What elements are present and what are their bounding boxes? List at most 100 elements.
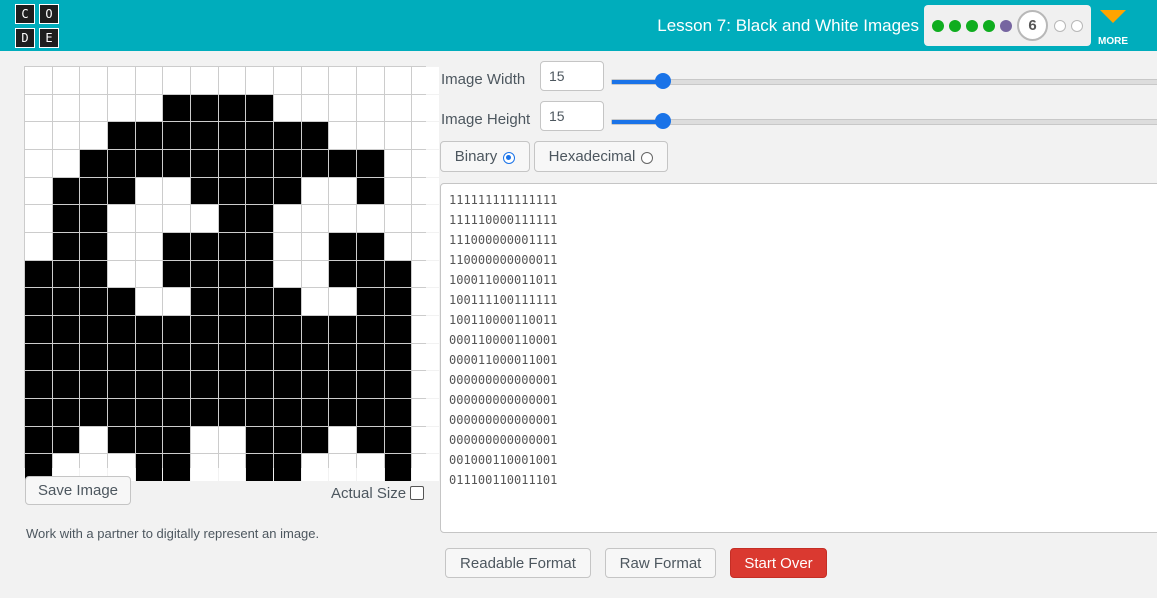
level-dot-8[interactable] [1071,20,1083,32]
pixel-cell[interactable] [273,149,301,177]
pixel-cell[interactable] [246,371,273,398]
pixel-cell[interactable] [356,288,384,315]
pixel-cell[interactable] [107,315,135,343]
pixel-cell[interactable] [273,67,301,94]
pixel-cell[interactable] [218,232,246,260]
pixel-cell[interactable] [163,122,190,149]
pixel-cell[interactable] [190,343,218,371]
pixel-cell[interactable] [190,454,218,481]
pixel-cell[interactable] [135,122,163,149]
pixel-cell[interactable] [329,149,356,177]
pixel-cell[interactable] [163,426,190,454]
pixel-cell[interactable] [135,288,163,315]
hexadecimal-radio[interactable] [641,151,654,164]
pixel-cell[interactable] [107,426,135,454]
pixel-cell[interactable] [163,94,190,122]
pixel-cell[interactable] [273,315,301,343]
pixel-cell[interactable] [107,371,135,398]
pixel-cell[interactable] [80,149,107,177]
pixel-cell[interactable] [190,426,218,454]
pixel-cell[interactable] [25,426,52,454]
pixel-cell[interactable] [246,315,273,343]
pixel-cell[interactable] [273,288,301,315]
pixel-cell[interactable] [190,315,218,343]
pixel-cell[interactable] [246,122,273,149]
pixel-cell[interactable] [218,398,246,426]
binary-option[interactable]: Binary [440,141,530,172]
pixel-cell[interactable] [135,232,163,260]
pixel-cell[interactable] [52,288,80,315]
lesson-title[interactable]: Lesson 7: Black and White Images [657,16,919,36]
pixel-cell[interactable] [412,343,439,371]
pixel-cell[interactable] [329,94,356,122]
pixel-cell[interactable] [190,94,218,122]
pixel-cell[interactable] [273,205,301,232]
pixel-cell[interactable] [384,149,412,177]
pixel-cell[interactable] [135,315,163,343]
pixel-grid[interactable] [24,66,439,481]
pixel-cell[interactable] [384,343,412,371]
pixel-cell[interactable] [25,149,52,177]
slider-thumb[interactable] [655,113,671,129]
pixel-cell[interactable] [135,426,163,454]
pixel-cell[interactable] [301,260,329,288]
pixel-cell[interactable] [329,315,356,343]
pixel-cell[interactable] [273,371,301,398]
pixel-cell[interactable] [25,67,52,94]
pixel-cell[interactable] [412,149,439,177]
pixel-cell[interactable] [80,371,107,398]
pixel-cell[interactable] [356,426,384,454]
pixel-cell[interactable] [107,122,135,149]
pixel-cell[interactable] [329,205,356,232]
pixel-cell[interactable] [356,232,384,260]
pixel-cell[interactable] [329,260,356,288]
pixel-cell[interactable] [163,205,190,232]
pixel-cell[interactable] [163,371,190,398]
pixel-cell[interactable] [80,260,107,288]
image-height-input[interactable]: 15 [540,101,604,131]
level-dot-5[interactable] [1000,20,1012,32]
pixel-cell[interactable] [52,260,80,288]
pixel-cell[interactable] [25,343,52,371]
pixel-cell[interactable] [163,454,190,481]
pixel-cell[interactable] [163,177,190,205]
pixel-cell[interactable] [107,205,135,232]
pixel-cell[interactable] [107,288,135,315]
pixel-cell[interactable] [329,122,356,149]
pixel-cell[interactable] [273,426,301,454]
pixel-cell[interactable] [190,232,218,260]
pixel-cell[interactable] [52,122,80,149]
pixel-cell[interactable] [356,177,384,205]
pixel-cell[interactable] [301,232,329,260]
pixel-cell[interactable] [412,94,439,122]
current-level-bubble[interactable]: 6 [1017,10,1048,41]
pixel-cell[interactable] [301,149,329,177]
pixel-cell[interactable] [135,177,163,205]
pixel-cell[interactable] [412,232,439,260]
pixel-cell[interactable] [52,398,80,426]
pixel-cell[interactable] [163,67,190,94]
pixel-cell[interactable] [163,288,190,315]
pixel-cell[interactable] [107,398,135,426]
pixel-cell[interactable] [301,177,329,205]
actual-size-toggle[interactable]: Actual Size [331,484,425,502]
pixel-cell[interactable] [356,398,384,426]
pixel-cell[interactable] [135,343,163,371]
pixel-cell[interactable] [135,371,163,398]
level-dot-7[interactable] [1054,20,1066,32]
pixel-cell[interactable] [246,426,273,454]
pixel-cell[interactable] [163,315,190,343]
pixel-cell[interactable] [80,122,107,149]
level-dot-4[interactable] [983,20,995,32]
pixel-cell[interactable] [301,426,329,454]
pixel-cell[interactable] [52,149,80,177]
pixel-cell[interactable] [246,454,273,481]
pixel-cell[interactable] [190,149,218,177]
pixel-cell[interactable] [384,67,412,94]
pixel-cell[interactable] [273,122,301,149]
pixel-cell[interactable] [107,67,135,94]
pixel-cell[interactable] [25,232,52,260]
pixel-cell[interactable] [356,315,384,343]
pixel-cell[interactable] [25,122,52,149]
pixel-cell[interactable] [384,315,412,343]
